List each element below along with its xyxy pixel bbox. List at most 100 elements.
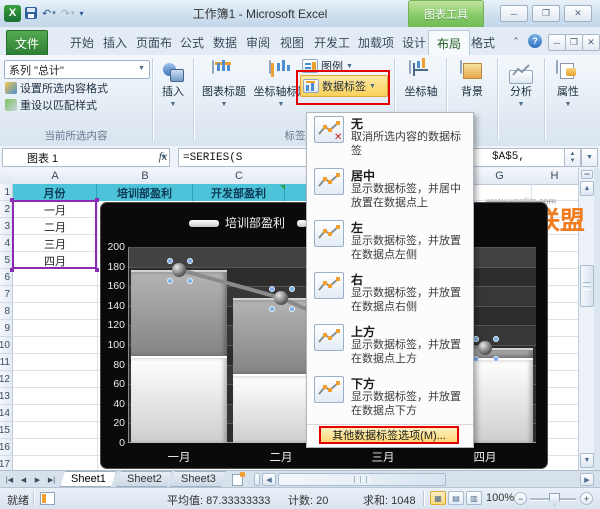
formula-bar-scroll[interactable]: ▲ ▼ [564, 148, 581, 167]
row-header-10[interactable]: 10 [0, 337, 13, 354]
tab-格式[interactable]: 格式 [463, 30, 503, 54]
background-button[interactable]: 背景 [449, 58, 495, 99]
scroll-down-icon[interactable]: ▼ [580, 453, 594, 468]
workbook-minimize-icon[interactable]: ─ [548, 34, 566, 51]
row-header-7[interactable]: 7 [0, 286, 13, 303]
sheet-tab-Sheet2[interactable]: Sheet2 [116, 471, 172, 487]
split-box[interactable]: ═ [581, 170, 593, 179]
cell-C1[interactable]: 开发部盈利 [193, 184, 285, 201]
pin-ribbon-icon[interactable]: ⌃ [508, 34, 524, 49]
sheet-tab-Sheet3[interactable]: Sheet3 [170, 471, 226, 487]
excel-window: X ↶ ▾ ↷ ▾ ▾ 工作簿1 - Microsoft Excel 图表工具 ─ … [0, 0, 600, 509]
customize-qat-icon[interactable]: ▾ [78, 5, 84, 21]
menu-item-下方[interactable]: 下方 显示数据标签，并放置 在数据点下方 [307, 373, 473, 425]
quick-access-toolbar: X ↶ ▾ ↷ ▾ ▾ [4, 3, 84, 23]
zoom-out-icon[interactable]: − [514, 492, 527, 505]
range-handle[interactable] [95, 198, 99, 202]
row-header-8[interactable]: 8 [0, 303, 13, 320]
page-break-view-icon[interactable]: ▥ [466, 491, 482, 505]
window-title: 工作簿1 - Microsoft Excel [192, 7, 328, 21]
column-header-G[interactable]: G [468, 168, 532, 185]
reset-style-button[interactable]: 重设以匹配样式 [5, 97, 97, 112]
properties-button[interactable]: 属性 ▼ [547, 58, 589, 108]
hscroll-right-icon[interactable]: ▶ [580, 473, 594, 486]
vscroll-thumb[interactable] [580, 265, 594, 307]
range-handle[interactable] [95, 268, 99, 272]
data-point-四月[interactable] [478, 340, 492, 355]
zoom-level[interactable]: 100% [486, 492, 514, 504]
save-icon[interactable] [24, 5, 38, 21]
y-axis-label: 120 [107, 319, 125, 332]
restore-button[interactable]: ❐ [532, 5, 560, 22]
chart-title-button[interactable]: 图表标题 ▼ [197, 58, 251, 108]
tab-split-handle[interactable] [254, 473, 260, 486]
hscroll-thumb[interactable] [278, 473, 446, 486]
zoom-slider-thumb[interactable] [549, 493, 560, 506]
y-axis-label: 60 [113, 378, 125, 391]
cell-B1[interactable]: 培训部盈利 [97, 184, 193, 201]
hscroll-left-icon[interactable]: ◀ [262, 473, 276, 486]
data-point-二月[interactable] [274, 290, 288, 305]
range-handle[interactable] [10, 268, 14, 272]
sheet-tab-Sheet1[interactable]: Sheet1 [60, 471, 116, 487]
chevron-down-icon: ▼ [169, 101, 177, 108]
row-header-11[interactable]: 11 [0, 354, 13, 371]
chevron-down-icon[interactable]: ▼ [135, 62, 148, 75]
excel-app-icon[interactable]: X [4, 4, 21, 22]
fx-icon[interactable]: fx [150, 148, 176, 165]
workbook-close-icon[interactable]: ✕ [582, 34, 600, 51]
formula-text-right: $A$5, [492, 151, 526, 163]
last-sheet-icon[interactable]: ▶| [45, 473, 58, 486]
minimize-button[interactable]: ─ [500, 5, 528, 22]
tab-文件[interactable]: 文件 [6, 30, 49, 55]
column-header-H[interactable]: H [531, 168, 579, 185]
data-point-一月[interactable] [172, 262, 186, 277]
next-sheet-icon[interactable]: ▶ [31, 473, 44, 486]
range-handle[interactable] [10, 198, 14, 202]
column-header-B[interactable]: B [97, 168, 194, 185]
menu-item-居中[interactable]: 居中 显示数据标签，并居中 放置在数据点上 [307, 165, 473, 217]
row-header-16[interactable]: 16 [0, 439, 13, 456]
row-header-12[interactable]: 12 [0, 371, 13, 388]
y-axis-label: 160 [107, 280, 125, 293]
analysis-button[interactable]: 分析 ▼ [500, 58, 542, 108]
insert-shapes-icon [161, 61, 185, 83]
insert-worksheet-icon[interactable] [228, 471, 246, 486]
menu-item-左[interactable]: 左显示数据标签，并放置 在数据点左侧 [307, 217, 473, 269]
normal-view-icon[interactable]: ▦ [430, 491, 446, 505]
expand-formula-bar-icon[interactable]: ▼ [581, 148, 598, 167]
undo-icon[interactable]: ↶ ▾ [41, 5, 57, 21]
menu-item-无[interactable]: ✕ 无取消所选内容的数据标签 [307, 113, 473, 165]
axes-button[interactable]: 坐标轴 [398, 58, 444, 99]
prev-sheet-icon[interactable]: ◀ [17, 473, 30, 486]
cell-A1[interactable]: 月份 [13, 184, 97, 201]
help-icon[interactable]: ? [528, 34, 542, 48]
workbook-restore-icon[interactable]: ❐ [565, 34, 583, 51]
macro-record-icon[interactable] [40, 492, 55, 505]
first-sheet-icon[interactable]: |◀ [3, 473, 16, 486]
vertical-scrollbar[interactable]: ═ ▲ ▼ [578, 168, 595, 470]
annotation-box-data-labels [296, 70, 390, 105]
format-selection-button[interactable]: 设置所选内容格式 [5, 80, 108, 95]
name-box[interactable]: 图表 1 ▼ [2, 148, 170, 167]
scroll-up-icon[interactable]: ▲ [580, 181, 594, 196]
menu-item-右[interactable]: 右显示数据标签，并放置 在数据点右侧 [307, 269, 473, 321]
data-label-position-icon [314, 220, 344, 247]
column-header-C[interactable]: C [193, 168, 286, 185]
column-header-A[interactable]: A [13, 168, 98, 185]
row-header-9[interactable]: 9 [0, 320, 13, 337]
insert-button[interactable]: 插入 ▼ [155, 58, 191, 108]
axes-icon [409, 58, 428, 76]
row-header-13[interactable]: 13 [0, 388, 13, 405]
menu-item-上方[interactable]: 上方 显示数据标签，并放置 在数据点上方 [307, 321, 473, 373]
chart-element-selector[interactable]: 系列 "总计" ▼ [4, 60, 150, 79]
page-layout-view-icon[interactable]: ▤ [448, 491, 464, 505]
legend-entry-培训部盈利[interactable]: 培训部盈利 [225, 214, 285, 231]
menu-item-more-data-label-options[interactable]: 其他数据标签选项(M)... [319, 426, 459, 444]
zoom-in-icon[interactable]: + [580, 492, 593, 505]
row-header-14[interactable]: 14 [0, 405, 13, 422]
close-button[interactable]: ✕ [564, 5, 592, 22]
row-header-15[interactable]: 15 [0, 422, 13, 439]
select-all-corner[interactable] [0, 168, 14, 185]
data-label-position-icon [314, 168, 344, 195]
